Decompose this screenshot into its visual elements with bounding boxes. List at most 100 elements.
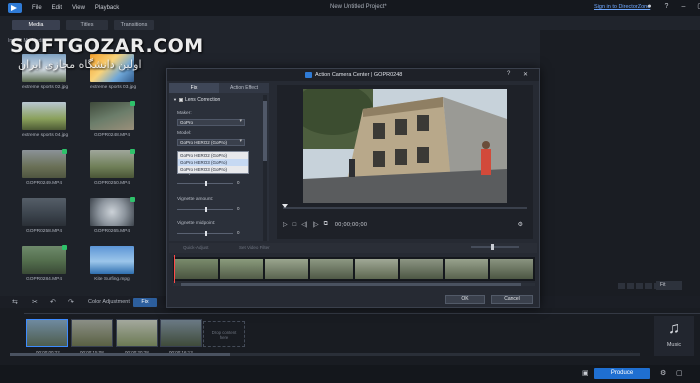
produce-button[interactable]: Produce: [594, 368, 650, 379]
lens-correction-checkbox[interactable]: [178, 98, 183, 102]
panel-scrollbar[interactable]: [263, 95, 267, 241]
playhead[interactable]: [282, 204, 288, 208]
maximize-icon[interactable]: ▢: [696, 2, 700, 11]
fisheye-value: 0: [237, 180, 240, 185]
bottom-bar: ▣ Produce ⚙ ▢: [0, 365, 700, 383]
tab-media[interactable]: Media: [12, 20, 60, 30]
music-button[interactable]: ♫ Music: [654, 316, 694, 356]
media-label: Kite Surfing.mpg: [94, 277, 130, 282]
zoom-select[interactable]: Fit: [656, 281, 682, 290]
minimize-icon[interactable]: –: [679, 2, 688, 11]
help-icon[interactable]: ?: [507, 71, 510, 77]
slider-knob[interactable]: [491, 244, 494, 250]
help-icon[interactable]: ?: [662, 2, 671, 11]
media-label: GOPR0248.MP4: [94, 133, 130, 138]
preview-panel: [540, 30, 700, 298]
slider-knob[interactable]: [205, 181, 207, 186]
next-frame-icon[interactable]: |▷: [312, 221, 318, 228]
dialog-tabs: Fix Action Effect: [169, 83, 269, 93]
menu-bar: File Edit View Playback: [32, 5, 119, 11]
menu-edit[interactable]: Edit: [52, 5, 62, 11]
play-icon[interactable]: ▷: [283, 221, 288, 228]
filmstrip-zoom-slider[interactable]: [471, 244, 519, 250]
undo-icon[interactable]: ↶: [50, 298, 56, 306]
preview-controls: [618, 283, 661, 289]
lens-correction-section[interactable]: ▼ Lens Correction: [173, 97, 220, 103]
timecode: 00;00;00;00: [334, 221, 368, 228]
control-button[interactable]: [627, 283, 634, 289]
filmstrip-cursor[interactable]: [174, 255, 175, 283]
stop-icon[interactable]: □: [293, 222, 297, 228]
dialog-title-bar: Action Camera Center | GOPR0248 ? ✕: [167, 69, 539, 81]
timeline-ruler[interactable]: [24, 310, 700, 314]
control-button[interactable]: [645, 283, 652, 289]
close-icon[interactable]: ✕: [523, 71, 528, 78]
window-title: New Untitled Project*: [330, 4, 387, 10]
model-option[interactable]: GoPro HERO3 (GoPro): [178, 166, 248, 173]
link-icon[interactable]: ⇆: [12, 298, 18, 306]
tab-titles[interactable]: Titles: [66, 20, 108, 30]
timeline-clip[interactable]: [116, 319, 158, 347]
vignette-amount-slider[interactable]: [177, 207, 233, 212]
model-select[interactable]: GoPro HERO2 (GoPro): [177, 139, 245, 146]
vignette-midpoint-slider[interactable]: [177, 231, 233, 236]
ok-button[interactable]: OK: [445, 295, 485, 304]
menu-file[interactable]: File: [32, 5, 42, 11]
media-item[interactable]: extreme sports 04.jpg: [22, 102, 68, 138]
more-icon[interactable]: ▢: [676, 369, 683, 377]
app-logo-icon: [8, 3, 22, 13]
menu-view[interactable]: View: [72, 5, 85, 11]
timeline-scrollbar[interactable]: [10, 353, 640, 356]
film-frame: [490, 259, 533, 279]
model-option[interactable]: GoPro HERO3 (GoPro): [178, 159, 248, 166]
cancel-button[interactable]: Cancel: [491, 295, 533, 304]
filmstrip-scrollbar[interactable]: [173, 283, 535, 286]
media-item[interactable]: GOPR0284.MP4: [22, 245, 67, 282]
timeline-clip[interactable]: [71, 319, 113, 347]
window-controls: ● ? – ▢ ✕: [645, 2, 700, 11]
film-frame: [310, 259, 353, 279]
media-thumbnail: [22, 245, 67, 274]
scissors-icon[interactable]: ✂: [32, 298, 38, 306]
fullscreen-icon[interactable]: ⧉: [324, 221, 328, 228]
redo-icon[interactable]: ↷: [68, 298, 74, 306]
timeline-clip[interactable]: [26, 319, 68, 347]
film-frame: [265, 259, 308, 279]
film-frame: [355, 259, 398, 279]
media-item[interactable]: GOPR0265.MP4: [90, 197, 135, 234]
fix-button[interactable]: Fix: [133, 298, 157, 307]
settings-icon[interactable]: ⚙: [518, 221, 523, 228]
media-item[interactable]: GOPR0258.MP4: [22, 198, 66, 234]
seek-bar[interactable]: [282, 204, 527, 209]
timeline-clip[interactable]: [160, 319, 202, 347]
slider-knob[interactable]: [205, 231, 207, 236]
menu-playback[interactable]: Playback: [95, 5, 119, 11]
media-item[interactable]: GOPR0250.MP4: [90, 149, 135, 186]
tab-transitions[interactable]: Transitions: [114, 20, 154, 30]
fisheye-slider[interactable]: [177, 181, 233, 186]
prev-frame-icon[interactable]: ◁|: [301, 221, 307, 228]
media-item[interactable]: GOPR0248.MP4: [90, 101, 135, 138]
user-icon[interactable]: ●: [645, 2, 654, 11]
media-item[interactable]: GOPR0249.MP4: [22, 149, 67, 186]
signin-link[interactable]: Sign in to DirectorZone: [594, 4, 650, 10]
action-camera-dialog: Action Camera Center | GOPR0248 ? ✕ Fix …: [166, 68, 540, 308]
set-filter-button[interactable]: Set Video Filter: [239, 245, 270, 250]
media-thumbnail: [90, 246, 134, 274]
tab-fix[interactable]: Fix: [169, 83, 219, 93]
quick-adjust-button[interactable]: Quick-Adjust: [183, 245, 209, 250]
drop-zone[interactable]: Drop content here: [203, 321, 245, 347]
color-adjustment-button[interactable]: Color Adjustment: [88, 299, 130, 305]
check-icon: [62, 245, 67, 250]
upload-icon[interactable]: ▣: [582, 369, 589, 377]
settings-icon[interactable]: ⚙: [660, 369, 666, 377]
model-option[interactable]: GoPro HERO2 (GoPro): [178, 152, 248, 159]
maker-select[interactable]: GoPro: [177, 119, 245, 126]
lens-correction-label: Lens Correction: [184, 97, 221, 103]
media-item[interactable]: Kite Surfing.mpg: [90, 246, 134, 282]
slider-knob[interactable]: [205, 207, 207, 212]
control-button[interactable]: [636, 283, 643, 289]
control-button[interactable]: [618, 283, 625, 289]
tab-action-effect[interactable]: Action Effect: [219, 83, 269, 93]
video-preview: ▷ □ ◁| |▷ ⧉ 00;00;00;00 ⚙: [277, 85, 533, 239]
